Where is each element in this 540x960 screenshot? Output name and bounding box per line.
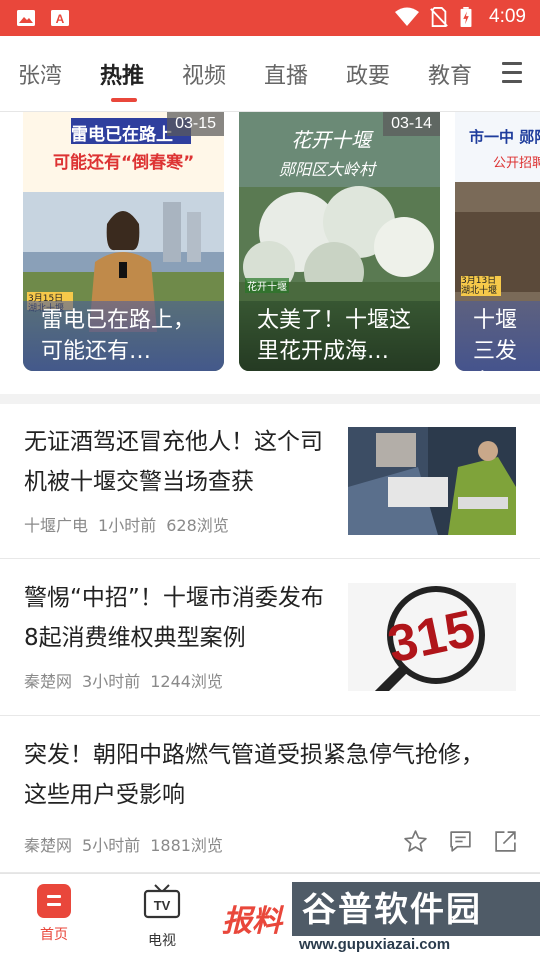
news-source: 秦楚网 [24, 836, 73, 855]
gallery-icon [17, 10, 35, 26]
news-title: 突发！朝阳中路燃气管道受损紧急停气抢修，这些用户受影响 [24, 742, 484, 808]
news-views: 1881浏览 [150, 836, 223, 855]
date-stamp: 3月13日 湖北十堰 [461, 276, 501, 296]
tv-icon: TV [143, 884, 181, 919]
card-date: 03-15 [167, 112, 224, 136]
news-views: 1244浏览 [150, 672, 223, 691]
status-time: 4:09 [489, 6, 526, 27]
tab-video[interactable]: 视频 [182, 58, 226, 90]
tab-live[interactable]: 直播 [264, 58, 308, 90]
card-date: 03-14 [383, 112, 440, 136]
card-caption: 太美了！十堰这里花开成海… [239, 301, 440, 371]
watermark-title: 谷普软件园 [302, 890, 482, 930]
carousel-card[interactable]: 市一中 郧阳 公开招聘 3月13日 湖北十堰 十堰三发布20 [455, 112, 540, 371]
featured-carousel[interactable]: 雷电已在路上 可能还有“倒春寒” 3月15日 湖北十堰 03-15 雷电已在路上… [0, 112, 540, 388]
svg-text:TV: TV [154, 898, 171, 913]
svg-text:A: A [56, 12, 65, 26]
channel-menu-icon[interactable] [502, 62, 522, 84]
card-caption: 十堰三发布20 [455, 301, 540, 371]
watermark-url: www.gupuxiazai.com [296, 936, 454, 953]
news-time: 1小时前 [98, 516, 157, 535]
wifi-icon [395, 7, 420, 26]
news-item[interactable]: 警惕“中招”！十堰市消委发布8起消费维权典型案例 秦楚网 3小时前 1244浏览… [0, 560, 540, 716]
tab-politics[interactable]: 政要 [346, 58, 390, 90]
news-time: 5小时前 [82, 836, 141, 855]
nav-home-label: 首页 [40, 927, 68, 943]
active-tab-indicator [111, 98, 137, 102]
site-watermark: 谷普软件园 www.gupuxiazai.com [292, 876, 540, 956]
card-caption: 雷电已在路上，可能还有… [23, 301, 224, 371]
nav-tv-label: 电视 [148, 933, 176, 949]
banner-subline: 公开招聘 [493, 156, 540, 171]
report-tip-button[interactable]: 报料 [222, 896, 282, 940]
news-thumbnail [348, 427, 516, 535]
news-thumbnail: 315 [348, 583, 516, 691]
news-views: 628浏览 [166, 516, 229, 535]
carousel-card[interactable]: 雷电已在路上 可能还有“倒春寒” 3月15日 湖北十堰 03-15 雷电已在路上… [23, 112, 224, 371]
battery-charging-icon [460, 7, 472, 27]
news-item[interactable]: 突发！朝阳中路燃气管道受损紧急停气抢修，这些用户受影响 秦楚网 5小时前 188… [0, 717, 540, 873]
status-bar: A 4:09 [0, 0, 540, 36]
banner-subline: 可能还有“倒春寒” [53, 153, 195, 173]
carousel-card[interactable]: 花开十堰 郧阳区大岭村 花开十堰 03-14 太美了！十堰这里花开成海… [239, 112, 440, 371]
news-meta: 秦楚网 3小时前 1244浏览 [24, 668, 223, 692]
news-source: 秦楚网 [24, 672, 73, 691]
date-stamp: 花开十堰 [245, 278, 289, 293]
banner-headline: 花开十堰 [291, 128, 371, 152]
news-title: 无证酒驾还冒充他人！这个司机被十堰交警当场查获 [24, 429, 323, 495]
star-icon[interactable] [403, 829, 428, 854]
news-time: 3小时前 [82, 672, 141, 691]
comment-icon[interactable] [448, 829, 473, 854]
banner-headline: 市一中 郧阳 [469, 128, 540, 146]
no-sim-icon [430, 7, 448, 27]
banner-headline: 雷电已在路上 [71, 125, 173, 145]
share-icon[interactable] [493, 829, 518, 854]
nav-tv[interactable]: TV 电视 [132, 884, 192, 950]
tab-zhangwan[interactable]: 张湾 [18, 58, 62, 90]
news-meta: 十堰广电 1小时前 628浏览 [24, 512, 229, 536]
channel-tabs: 张湾 热推 视频 直播 政要 教育 [0, 36, 540, 112]
news-meta: 秦楚网 5小时前 1881浏览 [24, 832, 223, 856]
news-source: 十堰广电 [24, 516, 89, 535]
news-actions [403, 829, 518, 854]
section-divider [0, 394, 540, 404]
news-item[interactable]: 无证酒驾还冒充他人！这个司机被十堰交警当场查获 十堰广电 1小时前 628浏览 [0, 404, 540, 559]
home-icon [37, 884, 71, 918]
nav-home[interactable]: 首页 [24, 884, 84, 944]
tab-hot[interactable]: 热推 [100, 58, 144, 90]
banner-subline: 郧阳区大岭村 [279, 160, 376, 179]
app-notification-icon: A [51, 10, 69, 26]
news-title: 警惕“中招”！十堰市消委发布8起消费维权典型案例 [24, 585, 324, 651]
tab-education[interactable]: 教育 [428, 58, 472, 90]
